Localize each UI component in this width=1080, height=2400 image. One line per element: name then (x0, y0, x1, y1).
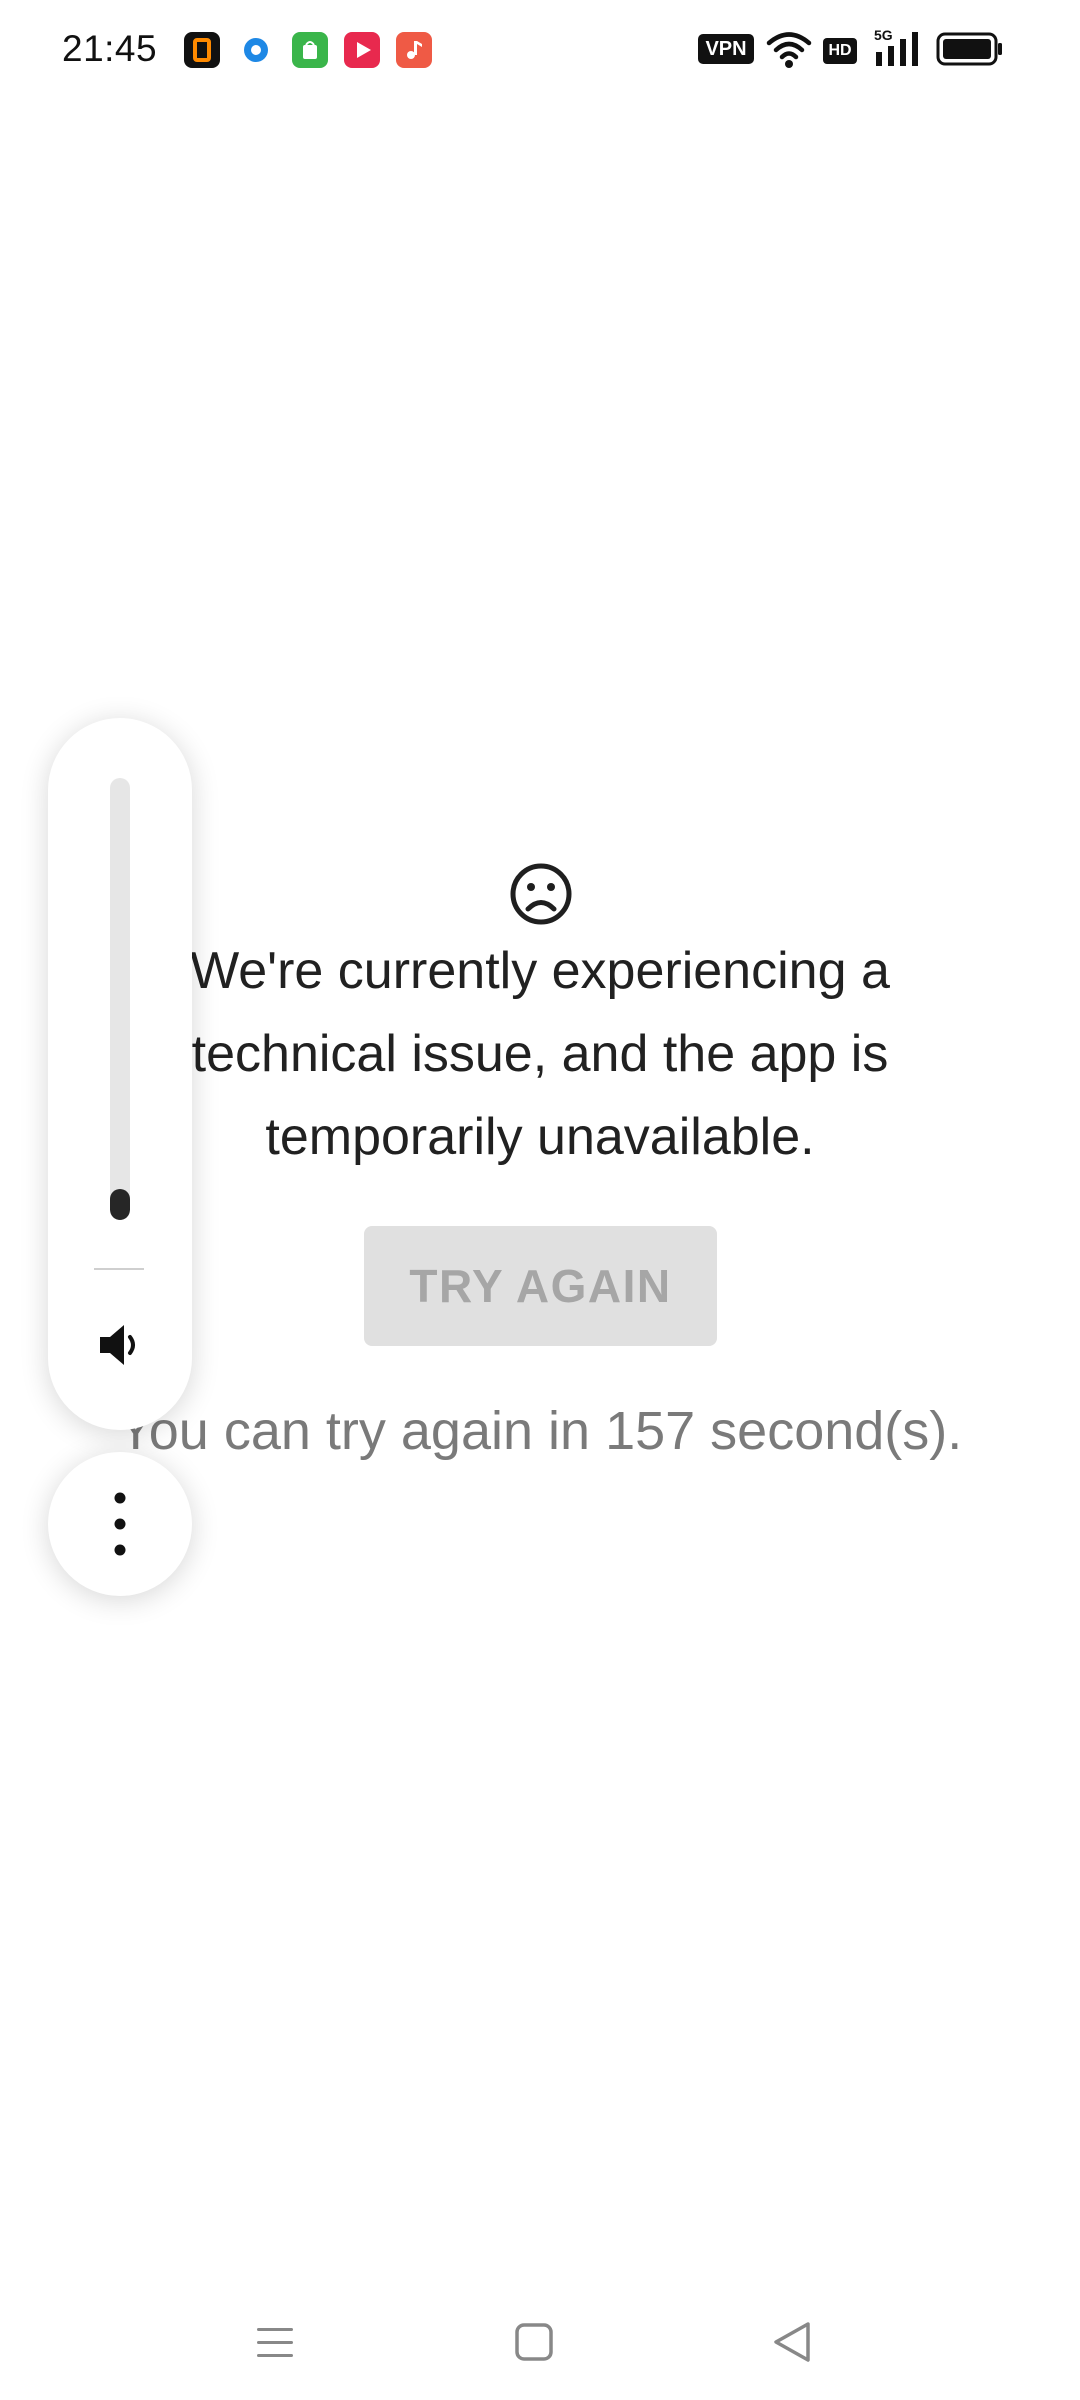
volume-panel (48, 718, 192, 1430)
retry-countdown-text: You can try again in 157 second(s). (117, 1401, 963, 1461)
back-icon[interactable] (752, 2302, 832, 2382)
menu-icon[interactable] (235, 2302, 315, 2382)
volume-slider[interactable] (110, 778, 130, 1220)
screen: 21:45 VPN HD 5G We're currently experien… (0, 0, 1080, 2400)
home-icon[interactable] (494, 2302, 574, 2382)
signal-icon: 5G (874, 26, 926, 70)
navigation-bar (0, 2280, 1080, 2400)
speaker-icon[interactable] (96, 1320, 146, 1370)
blue-dot-app-icon (238, 32, 274, 68)
red-music-app-icon (396, 32, 432, 68)
network-label: 5G (874, 27, 893, 43)
more-options-button[interactable] (48, 1452, 192, 1596)
try-again-button[interactable]: TRY AGAIN (364, 1226, 717, 1346)
status-bar: 21:45 VPN HD 5G (0, 0, 1080, 100)
vpn-badge: VPN (698, 34, 754, 64)
orange-frame-app-icon (184, 32, 220, 68)
volume-panel-divider (94, 1268, 144, 1270)
wifi-icon (766, 30, 812, 70)
sad-face-icon (509, 862, 573, 926)
hd-badge: HD (823, 38, 857, 64)
error-message: We're currently experiencing a technical… (190, 942, 890, 1166)
volume-slider-fill (110, 1189, 130, 1220)
red-video-play-app-icon (344, 32, 380, 68)
status-time: 21:45 (62, 28, 158, 69)
battery-icon (936, 32, 1004, 66)
green-shopping-app-icon (292, 32, 328, 68)
more-vertical-icon (100, 1484, 140, 1564)
